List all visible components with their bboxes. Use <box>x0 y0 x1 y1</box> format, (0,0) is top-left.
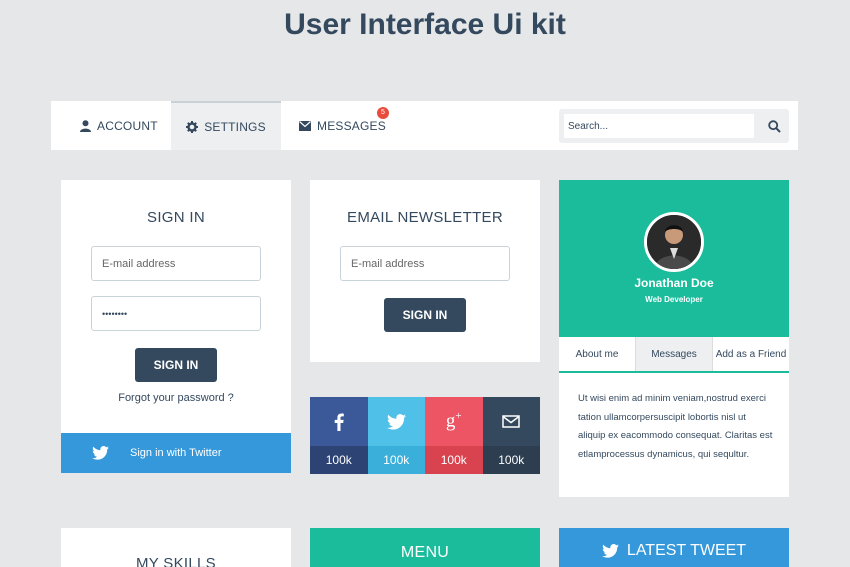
profile-role: Web Developer <box>645 295 703 304</box>
tab-messages[interactable]: MESSAGES <box>299 101 386 150</box>
twitter-sign-in-label: Sign in with Twitter <box>130 447 222 459</box>
user-icon <box>80 119 91 132</box>
password-field[interactable] <box>91 296 261 331</box>
facebook-count: 100k <box>310 446 368 474</box>
messages-count-badge: 5 <box>377 107 389 119</box>
latest-tweet-title: LATEST TWEET <box>626 542 747 559</box>
tab-messages-label: MESSAGES <box>317 118 386 133</box>
twitter-counter[interactable]: 100k <box>367 397 425 474</box>
google-plus-counter[interactable]: g+ 100k <box>425 397 483 474</box>
google-plus-icon: g+ <box>445 410 462 432</box>
envelope-icon <box>299 120 311 131</box>
tab-settings-label: SETTINGS <box>204 119 266 134</box>
email-newsletter-card: EMAIL NEWSLETTER SIGN IN <box>310 180 540 362</box>
mail-icon <box>502 415 520 428</box>
tab-account[interactable]: ACCOUNT <box>80 101 158 150</box>
twitter-count: 100k <box>367 446 425 474</box>
profile-header: Jonathan Doe Web Developer <box>559 180 789 337</box>
tab-add-friend[interactable]: Add as a Friend <box>713 337 789 371</box>
tab-account-label: ACCOUNT <box>97 118 158 133</box>
profile-bio: Ut wisi enim ad minim veniam,nostrud exe… <box>578 393 773 460</box>
profile-tabs: About me Messages Add as a Friend <box>559 337 789 373</box>
twitter-icon <box>602 544 619 558</box>
mail-count: 100k <box>482 446 540 474</box>
mail-counter[interactable]: 100k <box>482 397 540 474</box>
sign-in-with-twitter-button[interactable]: Sign in with Twitter <box>61 433 291 473</box>
social-counters: 100k 100k g+ 100k 100k <box>310 397 540 474</box>
tab-settings[interactable]: SETTINGS <box>171 101 281 150</box>
avatar <box>644 212 704 272</box>
profile-card: Jonathan Doe Web Developer About me Mess… <box>559 180 789 497</box>
facebook-counter[interactable]: 100k <box>310 397 368 474</box>
sign-in-button[interactable]: SIGN IN <box>135 348 217 382</box>
page-title: User Interface Ui kit <box>284 8 566 41</box>
menu-card: MENU <box>310 528 540 567</box>
sign-in-title: SIGN IN <box>147 209 205 226</box>
facebook-icon <box>334 413 344 431</box>
google-plus-count: 100k <box>425 446 483 474</box>
twitter-icon <box>386 413 406 430</box>
search-icon <box>767 119 781 133</box>
search-button[interactable] <box>764 116 784 136</box>
tab-messages-profile[interactable]: Messages <box>635 337 713 371</box>
sign-in-card: SIGN IN SIGN IN Forgot your password ? S… <box>61 180 291 473</box>
twitter-icon <box>92 446 109 460</box>
newsletter-title: EMAIL NEWSLETTER <box>347 209 503 226</box>
forgot-password-link[interactable]: Forgot your password ? <box>61 392 291 404</box>
profile-name: Jonathan Doe <box>634 276 714 290</box>
top-navigation: ACCOUNT SETTINGS MESSAGES 5 <box>51 101 798 150</box>
menu-title: MENU <box>400 544 450 561</box>
search-input[interactable] <box>564 114 754 138</box>
latest-tweet-card: LATEST TWEET <box>559 528 789 567</box>
search-box <box>559 109 789 143</box>
my-skills-title: MY SKILLS <box>136 555 216 567</box>
email-field[interactable] <box>91 246 261 281</box>
newsletter-sign-in-button[interactable]: SIGN IN <box>384 298 466 332</box>
latest-tweet-header: LATEST TWEET <box>559 542 789 560</box>
tab-about-me[interactable]: About me <box>559 337 635 371</box>
gear-icon <box>186 120 199 133</box>
my-skills-card: MY SKILLS <box>61 528 291 567</box>
newsletter-email-field[interactable] <box>340 246 510 281</box>
